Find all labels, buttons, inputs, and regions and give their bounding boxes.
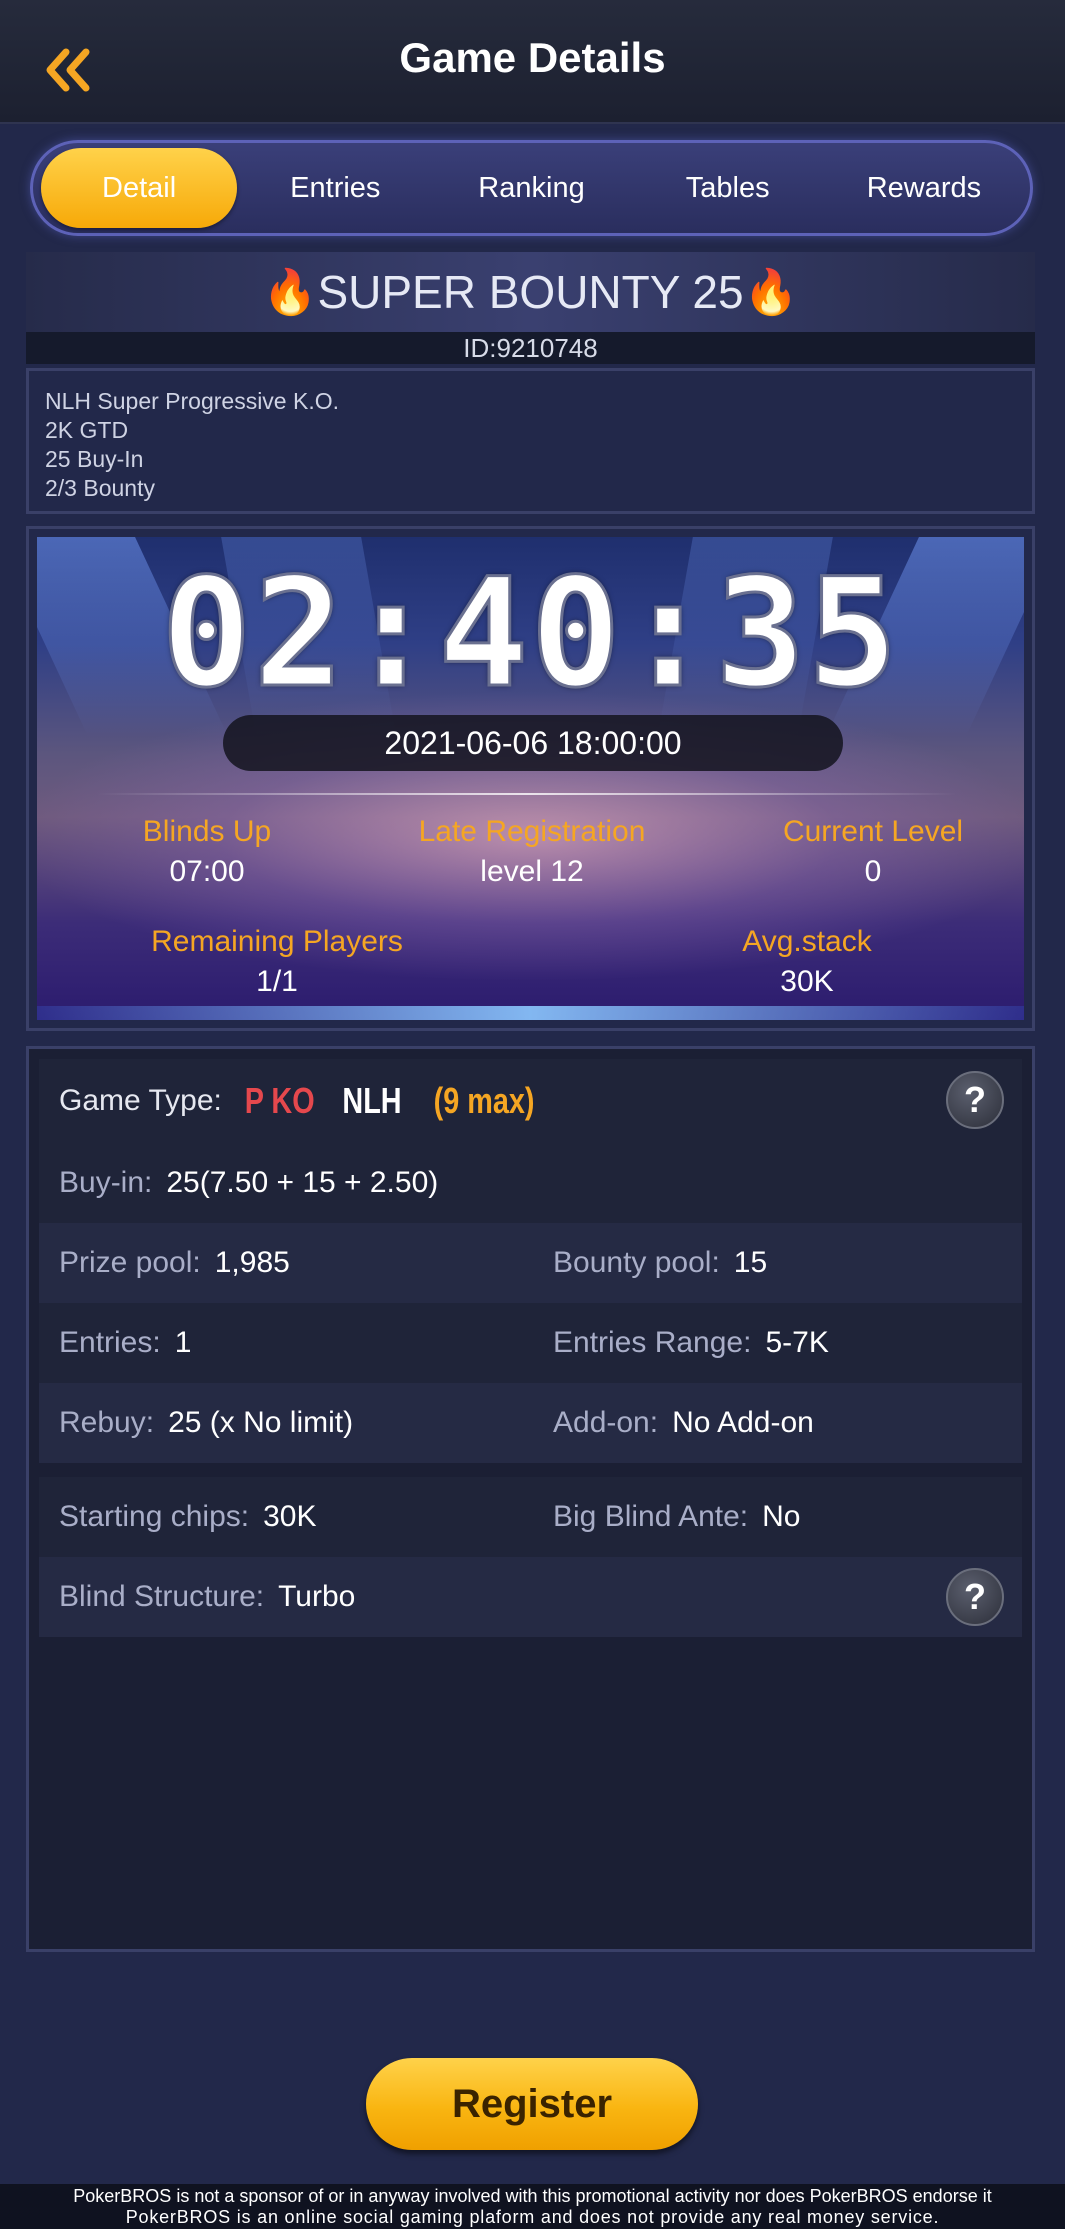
game-type-max: (9 max)	[433, 1080, 535, 1121]
disclaimer-line: PokerBROS is an online social gaming pla…	[125, 2207, 940, 2227]
help-icon[interactable]: ?	[946, 1568, 1004, 1626]
flame-icon: 🔥	[262, 268, 318, 317]
entries-range-value: 5-7K	[765, 1326, 829, 1359]
starting-chips-label: Starting chips:	[59, 1500, 250, 1533]
row-starting-chips: Starting chips: 30K Big Blind Ante: No	[39, 1477, 1022, 1557]
countdown-timer: 02:40:35	[160, 546, 900, 723]
prize-pool-value: 1,985	[214, 1246, 290, 1279]
help-icon[interactable]: ?	[946, 1071, 1004, 1129]
rebuy-label: Rebuy:	[59, 1406, 155, 1439]
stat-value: 1/1	[256, 965, 298, 998]
entries-range-label: Entries Range:	[553, 1326, 752, 1359]
stat-avg-stack: Avg.stack 30K	[697, 925, 917, 999]
stat-label: Late Registration	[418, 815, 646, 848]
game-type-pko: P KO	[244, 1080, 315, 1121]
row-blind-structure: Blind Structure: Turbo ?	[39, 1557, 1022, 1637]
stat-value: 30K	[780, 965, 834, 998]
bounty-pool-value: 15	[733, 1246, 768, 1279]
page-title: Game Details	[399, 34, 666, 81]
flame-icon: 🔥	[743, 268, 799, 317]
game-type-cell: Game Type: P KO NLH (9 max)	[59, 1080, 547, 1122]
entries-cell: Entries: 1	[59, 1326, 191, 1360]
blind-structure-label: Blind Structure:	[59, 1580, 265, 1613]
add-on-label: Add-on:	[553, 1406, 659, 1439]
starting-chips-cell: Starting chips: 30K	[59, 1500, 316, 1534]
description-line: 2K GTD	[45, 417, 129, 443]
stat-current-level: Current Level 0	[763, 815, 983, 889]
tab-rewards[interactable]: Rewards	[826, 148, 1022, 228]
description-line: 2/3 Bounty	[45, 475, 155, 501]
stat-label: Blinds Up	[142, 815, 272, 848]
bounty-pool-cell: Bounty pool: 15	[553, 1246, 767, 1280]
blind-structure-value: Turbo	[278, 1580, 356, 1613]
row-rebuy: Rebuy: 25 (x No limit) Add-on: No Add-on	[39, 1383, 1022, 1463]
add-on-value: No Add-on	[672, 1406, 814, 1439]
row-buy-in: Buy-in: 25(7.50 + 15 + 2.50)	[39, 1143, 1022, 1223]
stat-remaining-players: Remaining Players 1/1	[127, 925, 427, 999]
buy-in-cell: Buy-in: 25(7.50 + 15 + 2.50)	[59, 1166, 438, 1200]
entries-label: Entries:	[59, 1326, 161, 1359]
rebuy-value: 25 (x No limit)	[168, 1406, 354, 1439]
stat-label: Remaining Players	[151, 925, 403, 958]
game-type-nlh: NLH	[342, 1080, 402, 1121]
big-blind-ante-cell: Big Blind Ante: No	[553, 1500, 801, 1534]
stat-value: level 12	[480, 855, 584, 888]
bounty-pool-label: Bounty pool:	[553, 1246, 720, 1279]
game-info-panel: Game Type: P KO NLH (9 max) ? Buy-in: 25…	[26, 1046, 1035, 1952]
description-line: 25 Buy-In	[45, 446, 144, 472]
tab-detail[interactable]: Detail	[41, 148, 238, 228]
row-entries: Entries: 1 Entries Range: 5-7K	[39, 1303, 1022, 1383]
tournament-id: ID:9210748	[26, 332, 1035, 364]
big-blind-ante-label: Big Blind Ante:	[553, 1500, 749, 1533]
countdown-banner-frame: 02:40:35 2021-06-06 18:00:00 Blinds Up 0…	[26, 526, 1035, 1031]
prize-pool-label: Prize pool:	[59, 1246, 201, 1279]
tab-entries[interactable]: Entries	[237, 148, 433, 228]
entries-range-cell: Entries Range: 5-7K	[553, 1326, 829, 1360]
row-pools: Prize pool: 1,985 Bounty pool: 15	[39, 1223, 1022, 1303]
tab-tables[interactable]: Tables	[630, 148, 826, 228]
countdown-banner: 02:40:35 2021-06-06 18:00:00 Blinds Up 0…	[37, 537, 1024, 1020]
big-blind-ante-value: No	[762, 1500, 801, 1533]
stat-label: Avg.stack	[742, 925, 872, 958]
row-game-type: Game Type: P KO NLH (9 max) ?	[39, 1059, 1022, 1143]
prize-pool-cell: Prize pool: 1,985	[59, 1246, 290, 1280]
stage-light	[37, 1006, 1024, 1020]
register-button[interactable]: Register	[366, 2058, 698, 2150]
start-time: 2021-06-06 18:00:00	[223, 715, 843, 771]
divider	[97, 793, 957, 795]
tab-ranking[interactable]: Ranking	[433, 148, 629, 228]
blind-structure-cell: Blind Structure: Turbo	[59, 1580, 355, 1614]
disclaimer-line: PokerBROS is not a sponsor of or in anyw…	[73, 2186, 992, 2206]
buy-in-label: Buy-in:	[59, 1166, 153, 1199]
top-bar: Game Details	[0, 0, 1065, 124]
tournament-title-bar: 🔥 SUPER BOUNTY 25 🔥	[26, 252, 1035, 332]
starting-chips-value: 30K	[263, 1500, 317, 1533]
game-type-label: Game Type:	[59, 1084, 222, 1117]
stat-value: 0	[864, 855, 882, 888]
add-on-cell: Add-on: No Add-on	[553, 1406, 814, 1440]
description-line: NLH Super Progressive K.O.	[45, 388, 340, 414]
tournament-description: NLH Super Progressive K.O. 2K GTD 25 Buy…	[26, 368, 1035, 514]
entries-value: 1	[174, 1326, 192, 1359]
disclaimer: PokerBROS is not a sponsor of or in anyw…	[0, 2184, 1065, 2229]
stat-blinds-up: Blinds Up 07:00	[97, 815, 317, 889]
stat-label: Current Level	[782, 815, 964, 848]
rebuy-cell: Rebuy: 25 (x No limit)	[59, 1406, 353, 1440]
stat-value: 07:00	[169, 855, 245, 888]
buy-in-value: 25(7.50 + 15 + 2.50)	[166, 1166, 439, 1199]
tournament-name: SUPER BOUNTY 25	[317, 266, 744, 318]
tab-bar: Detail Entries Ranking Tables Rewards	[30, 140, 1033, 236]
stat-late-registration: Late Registration level 12	[387, 815, 677, 889]
